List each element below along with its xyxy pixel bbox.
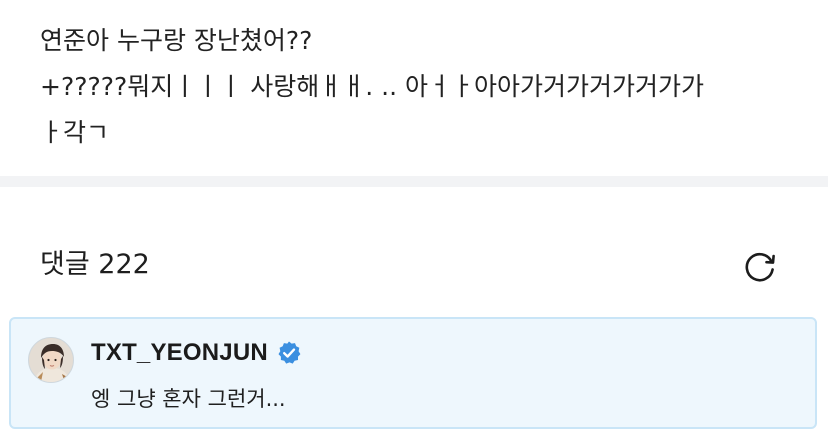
comments-header: 댓글 222: [40, 243, 150, 287]
highlighted-comment[interactable]: TXT_YEONJUN 엥 그냥 혼자 그런거...: [9, 317, 817, 429]
post-text-line-3: ㅏ각ㄱ: [40, 118, 110, 147]
author-name[interactable]: TXT_YEONJUN: [91, 337, 268, 369]
avatar-photo-icon: [29, 338, 73, 382]
comments-count: 222: [98, 249, 150, 280]
comment-text: 엥 그냥 혼자 그런거...: [91, 387, 286, 411]
section-divider: [0, 176, 828, 187]
comment-author: TXT_YEONJUN: [91, 337, 302, 369]
avatar[interactable]: [28, 337, 74, 383]
verified-badge-icon: [276, 340, 302, 366]
refresh-button[interactable]: [738, 244, 782, 288]
post-body: 연준아 누구랑 장난쳤어?? +?????뭐지ㅣㅣㅣ 사랑해ㅐㅐ. .. 아ㅓㅏ…: [40, 18, 800, 156]
refresh-icon: [745, 252, 775, 282]
post-text-line-1: 연준아 누구랑 장난쳤어??: [40, 26, 313, 55]
comments-label: 댓글: [40, 249, 90, 280]
post-text-line-2: +?????뭐지ㅣㅣㅣ 사랑해ㅐㅐ. .. 아ㅓㅏ아아가거가거가거가가: [40, 72, 704, 101]
